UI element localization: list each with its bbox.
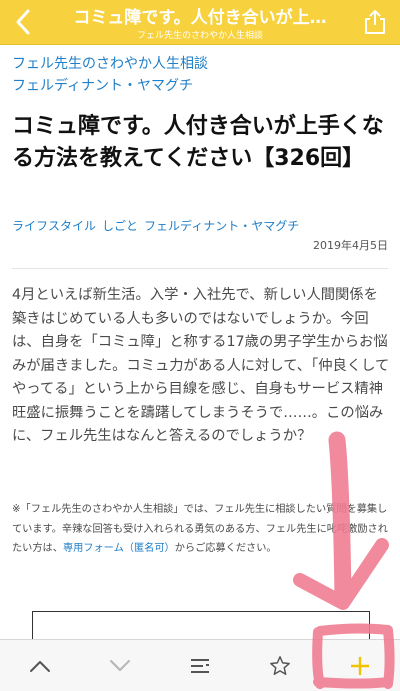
note-text-end: からご応募ください。: [174, 543, 277, 554]
article-lead: 4月といえば新生活。入学・入社先で、新しい人間関係を築きはじめている人も多いので…: [12, 287, 390, 444]
tag-work[interactable]: しごと: [102, 219, 138, 233]
content-box: [32, 611, 370, 639]
article-content: フェル先生のさわやか人生相談 フェルディナント・ヤマグチ コミュ障です。人付き合…: [0, 45, 400, 639]
favorite-button[interactable]: [250, 640, 310, 691]
chevron-down-icon: [110, 659, 130, 671]
list-icon: [191, 658, 209, 673]
article-tags: ライフスタイル しごと フェルディナント・ヤマグチ: [12, 217, 305, 234]
plus-icon: [351, 656, 369, 675]
chevron-left-icon: [16, 9, 30, 35]
scroll-up-button[interactable]: [10, 640, 70, 691]
article-headline: コミュ障です。人付き合いが上手くなる方法を教えてください【326回】: [12, 114, 384, 171]
series-name-link[interactable]: フェル先生のさわやか人生相談: [12, 53, 208, 75]
author-link[interactable]: フェルディナント・ヤマグチ: [12, 75, 208, 97]
series-links: フェル先生のさわやか人生相談 フェルディナント・ヤマグチ: [12, 53, 208, 97]
star-icon: [270, 655, 290, 675]
tag-author[interactable]: フェルディナント・ヤマグチ: [144, 219, 299, 233]
nav-subtitle: フェル先生のさわやか人生相談: [136, 31, 263, 41]
share-icon: [365, 10, 385, 34]
divider: [12, 268, 388, 269]
publish-date: 2019年4月5日: [313, 239, 388, 252]
nav-title: コミュ障です。人付き合いが上…: [73, 8, 327, 28]
bottom-toolbar: [0, 639, 400, 691]
tag-lifestyle[interactable]: ライフスタイル: [12, 219, 96, 233]
scroll-down-button[interactable]: [90, 640, 150, 691]
chevron-up-icon: [30, 660, 50, 672]
share-button[interactable]: [358, 4, 392, 40]
add-button[interactable]: [330, 640, 390, 691]
submission-note: ※「フェル先生のさわやか人生相談」では、フェル先生に相談したい質問を募集していま…: [12, 500, 390, 559]
top-nav-bar: コミュ障です。人付き合いが上… フェル先生のさわやか人生相談: [0, 0, 400, 45]
list-button[interactable]: [170, 640, 230, 691]
back-button[interactable]: [6, 4, 40, 40]
submission-form-link[interactable]: 専用フォーム（匿名可）: [63, 543, 175, 554]
